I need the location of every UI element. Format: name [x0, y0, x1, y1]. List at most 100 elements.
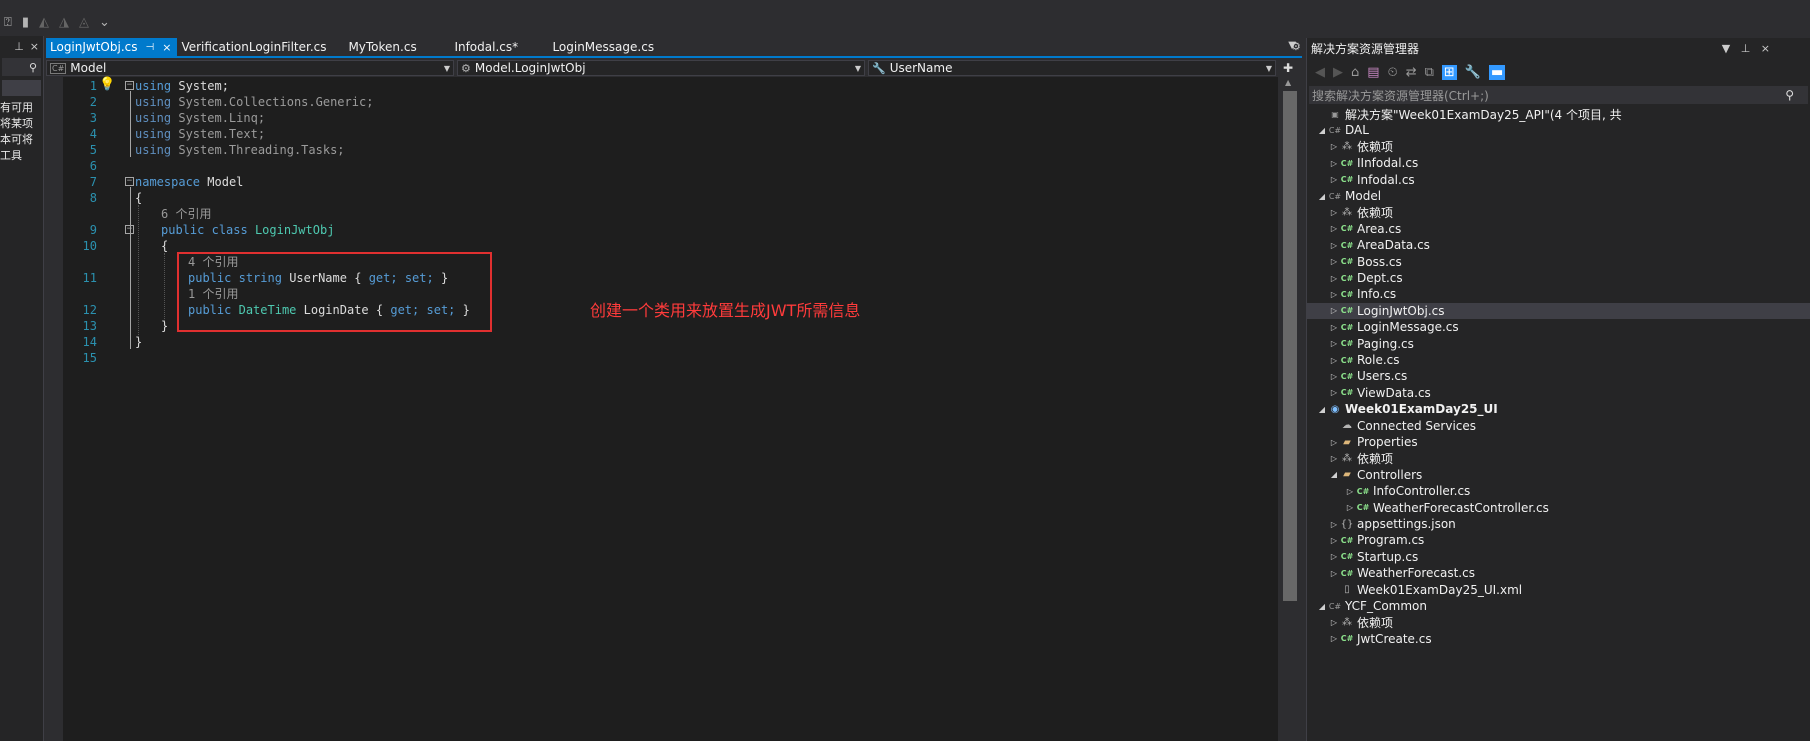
- collapsed-arrow-icon[interactable]: ▷: [1329, 241, 1339, 250]
- tab-mytoken[interactable]: MyToken.cs: [344, 38, 450, 56]
- collapsed-arrow-icon[interactable]: ▷: [1329, 536, 1339, 545]
- collapsed-arrow-icon[interactable]: ▷: [1329, 569, 1339, 578]
- tree-item[interactable]: ▷{} appsettings.json: [1307, 516, 1810, 532]
- collapsed-arrow-icon[interactable]: ▷: [1329, 257, 1339, 266]
- tree-item[interactable]: ▷ C# AreaData.cs: [1307, 237, 1810, 253]
- collapsed-arrow-icon[interactable]: ▷: [1345, 503, 1355, 512]
- collapse-icon[interactable]: −: [125, 177, 134, 186]
- collapse-icon[interactable]: −: [125, 225, 134, 234]
- expanded-arrow-icon[interactable]: ◢: [1317, 405, 1327, 414]
- collapsed-arrow-icon[interactable]: ▷: [1329, 274, 1339, 283]
- collapsed-arrow-icon[interactable]: ▷: [1329, 323, 1339, 332]
- collapse-icon[interactable]: −: [125, 81, 134, 90]
- tab-loginmessage[interactable]: LoginMessage.cs: [548, 38, 664, 56]
- close-icon[interactable]: ×: [1761, 42, 1770, 55]
- quick-info-icon[interactable]: ⍰: [4, 15, 12, 30]
- tree-item[interactable]: ☁ Connected Services: [1307, 418, 1810, 434]
- sync-icon[interactable]: ⇄: [1406, 65, 1417, 80]
- tree-item[interactable]: ▷ C# Info.cs: [1307, 286, 1810, 302]
- switch-views-icon[interactable]: ▤: [1367, 65, 1379, 80]
- collapsed-arrow-icon[interactable]: ▷: [1329, 208, 1339, 217]
- tree-item[interactable]: ▷ ⁂ 依赖项: [1307, 139, 1810, 155]
- show-all-files-icon[interactable]: ⊞: [1441, 64, 1457, 80]
- codelens-class-references[interactable]: 6 个引用: [161, 206, 211, 222]
- type-dropdown[interactable]: ⚙ Model.LoginJwtObj ▼: [457, 60, 865, 76]
- tab-loginjwtobj[interactable]: LoginJwtObj.cs ⊣ ×: [46, 38, 178, 56]
- close-icon[interactable]: ×: [30, 40, 39, 53]
- tree-item[interactable]: ▷ ⁂ 依赖项: [1307, 450, 1810, 466]
- tree-item[interactable]: ▷ C# Role.cs: [1307, 352, 1810, 368]
- collapsed-arrow-icon[interactable]: ▷: [1329, 552, 1339, 561]
- tree-item[interactable]: ▷ C# LoginMessage.cs: [1307, 319, 1810, 335]
- tree-item[interactable]: ▷ ⁂ 依赖项: [1307, 204, 1810, 220]
- pending-changes-icon[interactable]: ⏲: [1388, 65, 1398, 80]
- collapsed-arrow-icon[interactable]: ▷: [1329, 306, 1339, 315]
- collapsed-arrow-icon[interactable]: ▷: [1329, 618, 1339, 627]
- tree-item[interactable]: ▯ Week01ExamDay25_UI.xml: [1307, 582, 1810, 598]
- collapsed-arrow-icon[interactable]: ▷: [1329, 175, 1339, 184]
- tree-item[interactable]: ◢ C# Model: [1307, 188, 1810, 204]
- tree-item[interactable]: ▷ C# Startup.cs: [1307, 549, 1810, 565]
- collapsed-arrow-icon[interactable]: ▷: [1329, 454, 1339, 463]
- solution-search-input[interactable]: 搜索解决方案资源管理器(Ctrl+;) ⚲: [1309, 86, 1808, 104]
- tree-item[interactable]: ▷ C# Program.cs: [1307, 532, 1810, 548]
- member-dropdown[interactable]: 🔧 UserName ▼: [868, 60, 1276, 76]
- tree-item[interactable]: ▷ C# WeatherForecast.cs: [1307, 565, 1810, 581]
- properties-icon[interactable]: 🔧: [1465, 65, 1481, 80]
- tab-verificationloginfilter[interactable]: VerificationLoginFilter.cs: [177, 38, 344, 56]
- expanded-arrow-icon[interactable]: ◢: [1317, 602, 1327, 611]
- lightbulb-icon[interactable]: 💡: [99, 77, 115, 92]
- tree-item[interactable]: ▷ ▰ Properties: [1307, 434, 1810, 450]
- tree-item[interactable]: ▷ C# Users.cs: [1307, 368, 1810, 384]
- pin-icon[interactable]: ⊥: [1741, 42, 1751, 55]
- tree-item[interactable]: ▣ 解决方案"Week01ExamDay25_API"(4 个项目, 共: [1307, 106, 1810, 122]
- tree-item[interactable]: ▷ C# LoginJwtObj.cs: [1307, 302, 1810, 319]
- toolbar-overflow-icon[interactable]: ⌄: [99, 15, 110, 30]
- collapsed-arrow-icon[interactable]: ▷: [1329, 520, 1339, 529]
- collapsed-arrow-icon[interactable]: ▷: [1329, 159, 1339, 168]
- forward-icon[interactable]: ▶: [1333, 65, 1343, 80]
- pin-icon[interactable]: ⊥: [14, 40, 24, 53]
- pin-icon[interactable]: ⊣: [146, 42, 155, 53]
- dropdown-icon[interactable]: ▼: [1722, 42, 1730, 55]
- tree-item[interactable]: ▷ C# JwtCreate.cs: [1307, 631, 1810, 647]
- collapsed-arrow-icon[interactable]: ▷: [1329, 356, 1339, 365]
- tree-item[interactable]: ◢ C# YCF_Common: [1307, 598, 1810, 614]
- tree-item[interactable]: ▷ C# WeatherForecastController.cs: [1307, 500, 1810, 516]
- split-editor-icon[interactable]: ✚: [1279, 60, 1297, 76]
- expanded-arrow-icon[interactable]: ◢: [1317, 126, 1327, 135]
- bookmark-icon[interactable]: ▮: [22, 15, 29, 30]
- project-dropdown[interactable]: C# Model ▼: [46, 60, 454, 76]
- prev-bookmark-icon[interactable]: ◭: [39, 15, 49, 30]
- tree-item[interactable]: ▷ C# Dept.cs: [1307, 270, 1810, 286]
- next-bookmark-icon[interactable]: ◮: [59, 15, 69, 30]
- expanded-arrow-icon[interactable]: ◢: [1329, 470, 1339, 479]
- collapsed-arrow-icon[interactable]: ▷: [1329, 339, 1339, 348]
- tree-item[interactable]: ◢ ◉ Week01ExamDay25_UI: [1307, 401, 1810, 417]
- clear-bookmarks-icon[interactable]: ◬: [79, 15, 89, 30]
- expanded-arrow-icon[interactable]: ◢: [1317, 192, 1327, 201]
- tree-item[interactable]: ▷ C# IInfodal.cs: [1307, 155, 1810, 171]
- scrollbar-thumb[interactable]: [1283, 91, 1297, 601]
- tab-infodal[interactable]: Infodal.cs*: [450, 38, 548, 56]
- tree-item[interactable]: ▷ C# ViewData.cs: [1307, 385, 1810, 401]
- editor-vertical-scrollbar[interactable]: ▲: [1278, 77, 1302, 741]
- tree-item[interactable]: ▷ ⁂ 依赖项: [1307, 614, 1810, 630]
- tree-item[interactable]: ▷ C# Area.cs: [1307, 221, 1810, 237]
- tree-item[interactable]: ▷ C# Boss.cs: [1307, 254, 1810, 270]
- collapsed-arrow-icon[interactable]: ▷: [1329, 372, 1339, 381]
- code-editor[interactable]: 1 2 3 4 5 6 7 8 9 10 11 12 13 14 15 💡 − …: [63, 77, 1278, 741]
- tree-item[interactable]: ◢ ▰ Controllers: [1307, 467, 1810, 483]
- collapsed-arrow-icon[interactable]: ▷: [1329, 224, 1339, 233]
- left-search-box[interactable]: ⚲: [2, 58, 41, 76]
- scroll-up-icon[interactable]: ▲: [1285, 78, 1291, 87]
- collapsed-arrow-icon[interactable]: ▷: [1329, 438, 1339, 447]
- tree-item[interactable]: ◢ C# DAL: [1307, 122, 1810, 138]
- home-icon[interactable]: ⌂: [1351, 65, 1359, 80]
- back-icon[interactable]: ◀: [1315, 65, 1325, 80]
- collapsed-arrow-icon[interactable]: ▷: [1329, 388, 1339, 397]
- tree-item[interactable]: ▷ C# Paging.cs: [1307, 336, 1810, 352]
- gear-icon[interactable]: ⚙: [1291, 40, 1301, 53]
- tree-item[interactable]: ▷ C# InfoController.cs: [1307, 483, 1810, 499]
- collapsed-arrow-icon[interactable]: ▷: [1329, 142, 1339, 151]
